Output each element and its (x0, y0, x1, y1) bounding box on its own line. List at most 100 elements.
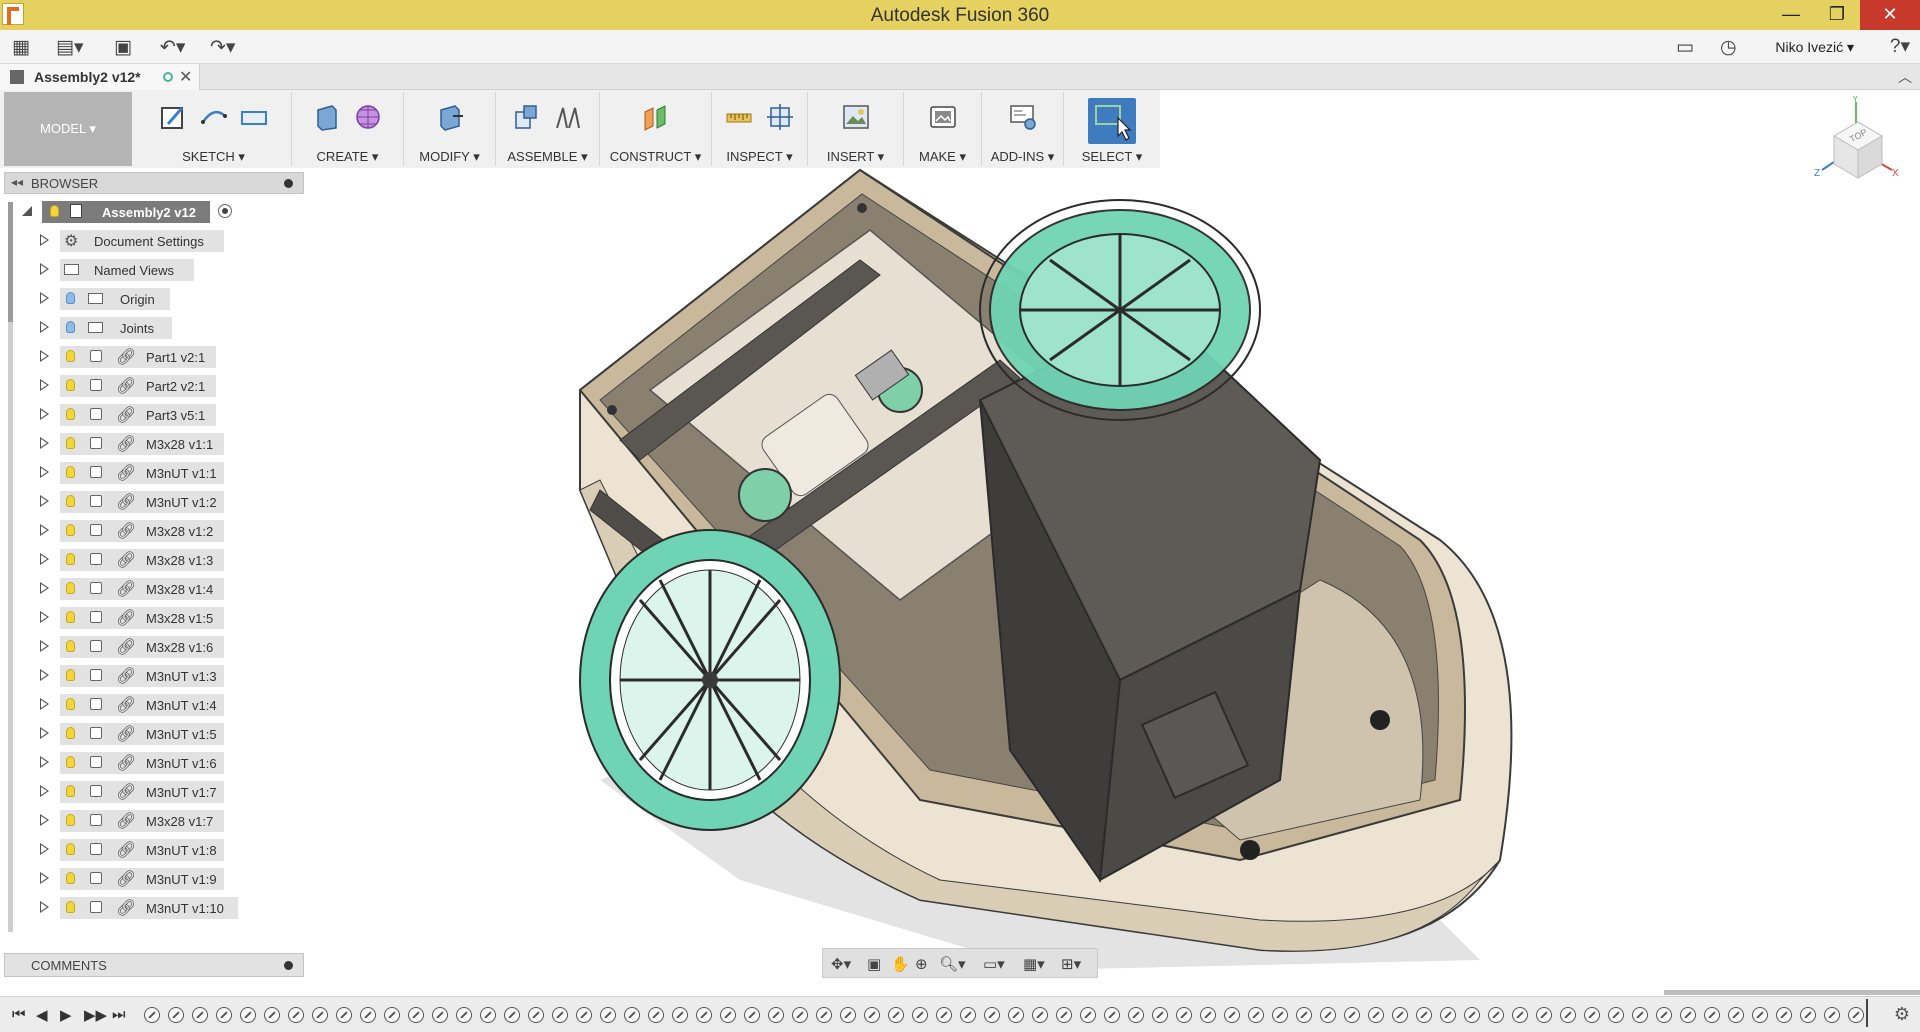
create-group[interactable]: CREATE ▾ (292, 92, 404, 166)
timeline-joint-icon[interactable] (1632, 1007, 1648, 1023)
orbit-icon[interactable]: ✥▾ (831, 955, 851, 973)
expand-arrow-icon[interactable] (40, 263, 49, 275)
browser-item-component[interactable]: 🔗︎ M3x28 v1:2 (4, 519, 304, 543)
grid-menu-icon[interactable]: ▦ (12, 36, 30, 59)
timeline-joint-icon[interactable] (1656, 1007, 1672, 1023)
timeline-joint-icon[interactable] (1464, 1007, 1480, 1023)
zoom-icon[interactable]: ⊕ (915, 955, 928, 973)
timeline-joint-icon[interactable] (1704, 1007, 1720, 1023)
timeline-joint-icon[interactable] (1224, 1007, 1240, 1023)
timeline-joint-icon[interactable] (648, 1007, 664, 1023)
timeline-joint-icon[interactable] (864, 1007, 880, 1023)
modify-group[interactable]: MODIFY ▾ (404, 92, 496, 166)
browser-item-component[interactable]: 🔗︎ M3nUT v1:6 (4, 751, 304, 775)
timeline-joint-icon[interactable] (1488, 1007, 1504, 1023)
scripts-addins-icon[interactable] (1008, 102, 1038, 132)
expand-arrow-icon[interactable] (40, 814, 49, 826)
timeline-joint-icon[interactable] (1248, 1007, 1264, 1023)
collapse-up-icon[interactable]: ︿ (1898, 67, 1912, 87)
timeline-joint-icon[interactable] (528, 1007, 544, 1023)
timeline-joint-icon[interactable] (1032, 1007, 1048, 1023)
visibility-bulb-icon[interactable] (66, 901, 75, 913)
timeline-joint-icon[interactable] (1848, 1007, 1864, 1023)
timeline-joint-icon[interactable] (792, 1007, 808, 1023)
timeline-joint-icon[interactable] (1104, 1007, 1120, 1023)
user-menu[interactable]: Niko Ivezić ▾ (1775, 39, 1854, 56)
timeline-joint-icon[interactable] (1584, 1007, 1600, 1023)
browser-item-component[interactable]: 🔗︎ M3nUT v1:8 (4, 838, 304, 862)
visibility-bulb-icon[interactable] (66, 524, 75, 536)
browser-item-component[interactable]: 🔗︎ M3x28 v1:3 (4, 548, 304, 572)
visibility-bulb-icon[interactable] (66, 466, 75, 478)
timeline-joint-icon[interactable] (288, 1007, 304, 1023)
expand-arrow-icon[interactable] (40, 437, 49, 449)
expand-arrow-icon[interactable] (40, 234, 49, 246)
timeline-joint-icon[interactable] (1056, 1007, 1072, 1023)
insert-group[interactable]: INSERT ▾ (808, 92, 904, 166)
timeline-scrollbar[interactable] (1664, 990, 1920, 995)
close-tab-button[interactable]: ✕ (179, 67, 192, 87)
undo-icon[interactable]: ↶▾ (160, 36, 185, 59)
visibility-bulb-icon[interactable] (66, 814, 75, 826)
timeline-joint-icon[interactable] (312, 1007, 328, 1023)
browser-item-component[interactable]: 🔗︎ M3nUT v1:9 (4, 867, 304, 891)
browser-collapse-icon[interactable]: ◂◂ (11, 175, 23, 189)
expand-arrow-icon[interactable] (40, 350, 49, 362)
visibility-bulb-icon[interactable] (66, 321, 75, 333)
expand-arrow-icon[interactable] (40, 727, 49, 739)
timeline-joint-icon[interactable] (1080, 1007, 1096, 1023)
file-icon[interactable]: ▤▾ (56, 36, 84, 59)
visibility-bulb-icon[interactable] (66, 727, 75, 739)
expand-arrow-icon[interactable] (40, 698, 49, 710)
sketch-group[interactable]: SKETCH ▾ (136, 92, 292, 166)
timeline-joint-icon[interactable] (1296, 1007, 1312, 1023)
browser-item-component[interactable]: 🔗︎ M3x28 v1:6 (4, 635, 304, 659)
browser-item-component[interactable]: 🔗︎ M3nUT v1:7 (4, 780, 304, 804)
visibility-bulb-icon[interactable] (66, 872, 75, 884)
visibility-bulb-icon[interactable] (50, 205, 59, 217)
play-button[interactable]: ▶ (60, 1006, 72, 1024)
timeline-joint-icon[interactable] (216, 1007, 232, 1023)
visibility-bulb-icon[interactable] (66, 437, 75, 449)
visibility-bulb-icon[interactable] (66, 611, 75, 623)
insert-image-icon[interactable] (841, 102, 871, 132)
press-pull-icon[interactable] (435, 102, 465, 132)
visibility-bulb-icon[interactable] (66, 785, 75, 797)
timeline-joint-icon[interactable] (960, 1007, 976, 1023)
browser-item-component[interactable]: 🔗︎ M3nUT v1:2 (4, 490, 304, 514)
timeline-settings-icon[interactable]: ⚙ (1894, 1004, 1910, 1025)
inspect-group[interactable]: INSPECT ▾ (712, 92, 808, 166)
timeline-joint-icon[interactable] (1344, 1007, 1360, 1023)
comments-panel[interactable]: COMMENTS (4, 953, 304, 977)
go-to-start-button[interactable]: ⏮ (12, 1006, 26, 1023)
timeline-joint-icon[interactable] (1128, 1007, 1144, 1023)
timeline-joint-icon[interactable] (1392, 1007, 1408, 1023)
timeline-joint-icon[interactable] (1416, 1007, 1432, 1023)
help-icon[interactable]: ?▾ (1890, 35, 1910, 58)
expand-arrow-icon[interactable] (40, 843, 49, 855)
timeline-joint-icon[interactable] (576, 1007, 592, 1023)
browser-item-joints[interactable]: Joints (4, 316, 304, 340)
step-back-button[interactable]: ◀ (36, 1006, 48, 1024)
browser-item-component[interactable]: 🔗︎ Part2 v2:1 (4, 374, 304, 398)
3d-viewport[interactable] (540, 160, 1550, 980)
browser-pin-icon[interactable] (284, 179, 293, 188)
browser-item-component[interactable]: 🔗︎ M3x28 v1:7 (4, 809, 304, 833)
visibility-bulb-icon[interactable] (66, 756, 75, 768)
expand-arrow-icon[interactable] (40, 640, 49, 652)
expand-arrow-icon[interactable] (40, 872, 49, 884)
timeline-joint-icon[interactable] (408, 1007, 424, 1023)
visibility-bulb-icon[interactable] (66, 292, 75, 304)
timeline-joint-icon[interactable] (144, 1007, 160, 1023)
maximize-button[interactable]: ❐ (1814, 0, 1860, 30)
timeline-joint-icon[interactable] (1536, 1007, 1552, 1023)
minimize-button[interactable]: — (1768, 0, 1814, 30)
expand-arrow-icon[interactable] (40, 611, 49, 623)
browser-header[interactable]: ◂◂ BROWSER (4, 172, 304, 194)
timeline-joint-icon[interactable] (1152, 1007, 1168, 1023)
save-icon[interactable]: ▣ (114, 36, 132, 59)
assemble-group[interactable]: ASSEMBLE ▾ (496, 92, 600, 166)
timeline-joint-icon[interactable] (912, 1007, 928, 1023)
expand-arrow-icon[interactable] (40, 466, 49, 478)
timeline-joint-icon[interactable] (1752, 1007, 1768, 1023)
